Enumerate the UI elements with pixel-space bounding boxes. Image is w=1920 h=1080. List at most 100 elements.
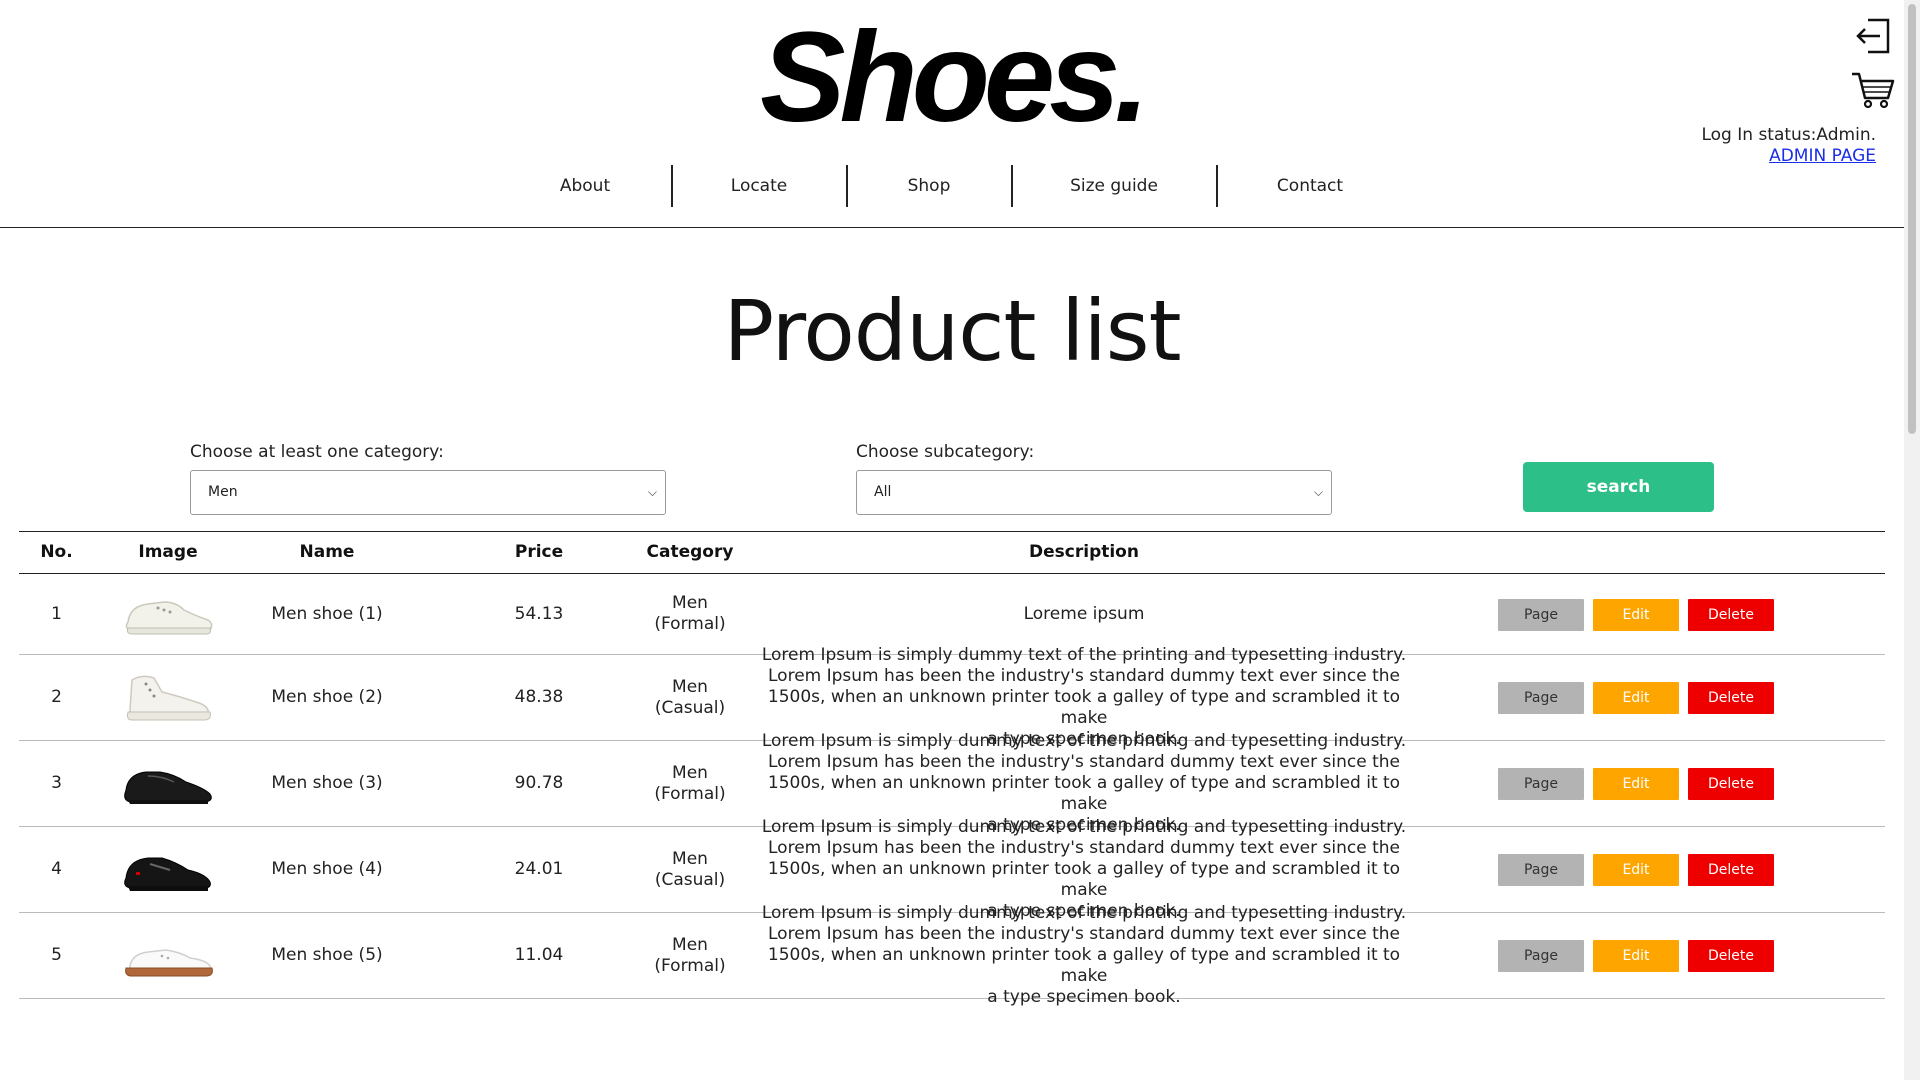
description-line: Lorem Ipsum is simply dummy text of the …: [761, 731, 1407, 751]
description-line: Lorem Ipsum has been the industry's stan…: [768, 838, 1400, 858]
product-category: Men (Formal): [620, 574, 760, 654]
category-label: Choose at least one category:: [190, 442, 444, 462]
nav-item-shop[interactable]: Shop: [847, 165, 1011, 207]
edit-button[interactable]: Edit: [1593, 854, 1679, 886]
col-image-header: Image: [138, 542, 198, 562]
logout-icon[interactable]: [1854, 16, 1892, 56]
delete-button[interactable]: Delete: [1688, 682, 1774, 714]
category-main: Men: [672, 762, 708, 783]
product-table: No. Image Name Price Category Descriptio…: [19, 531, 1885, 1007]
site-header: Shoes. About Locate Shop Size guide Cont…: [0, 0, 1904, 228]
product-price: 48.38: [514, 687, 564, 707]
description-line: Lorem Ipsum is simply dummy text of the …: [761, 903, 1407, 923]
product-price: 54.13: [514, 603, 564, 624]
product-image[interactable]: [94, 741, 242, 826]
description-line: 1500s, when an unknown printer took a ga…: [767, 687, 1401, 728]
description-line: Lorem Ipsum has been the industry's stan…: [768, 666, 1400, 686]
table-header: No. Image Name Price Category Descriptio…: [19, 531, 1885, 574]
col-description-header: Description: [1029, 542, 1139, 562]
product-name: Men shoe (4): [271, 859, 383, 879]
product-description: Lorem Ipsum is simply dummy text of the …: [749, 731, 1419, 835]
edit-button[interactable]: Edit: [1593, 598, 1679, 631]
category-sub: (Casual): [654, 697, 726, 718]
row-number: 1: [51, 603, 62, 624]
description-line: 1500s, when an unknown printer took a ga…: [767, 859, 1401, 900]
row-number: 5: [51, 945, 62, 965]
product-price: 24.01: [514, 859, 564, 879]
page-button[interactable]: Page: [1498, 854, 1584, 886]
category-main: Men: [672, 848, 708, 869]
category-main: Men: [672, 934, 708, 955]
product-name: Men shoe (2): [271, 687, 383, 707]
delete-button[interactable]: Delete: [1688, 854, 1774, 886]
product-image[interactable]: [94, 913, 242, 998]
category-main: Men: [672, 676, 708, 697]
login-status: Log In status:Admin.: [1701, 125, 1876, 145]
product-description: Lorem Ipsum is simply dummy text of the …: [749, 903, 1419, 1007]
vertical-scrollbar[interactable]: [1904, 0, 1920, 1080]
description-line: Lorem Ipsum is simply dummy text of the …: [761, 645, 1407, 665]
category-select-value: Men: [208, 484, 238, 500]
description-line: Lorem Ipsum has been the industry's stan…: [768, 924, 1400, 944]
row-number: 3: [51, 773, 62, 793]
chevron-down-icon: ⌵: [647, 485, 657, 499]
category-sub: (Formal): [654, 614, 726, 634]
nav-item-contact[interactable]: Contact: [1217, 165, 1403, 207]
table-row: 5 Men shoe (5) 11.04 Men (Formal) Lorem Ipsum…: [19, 903, 1885, 1007]
product-image[interactable]: [94, 827, 242, 912]
page-button[interactable]: Page: [1498, 940, 1584, 972]
product-description: Lorem Ipsum is simply dummy text of the …: [749, 645, 1419, 749]
product-description: Loreme ipsum: [749, 574, 1419, 654]
product-name: Men shoe (5): [271, 945, 383, 965]
admin-page-link[interactable]: ADMIN PAGE: [1769, 146, 1876, 166]
category-sub: (Formal): [654, 783, 726, 804]
product-image[interactable]: [94, 574, 242, 654]
edit-button[interactable]: Edit: [1593, 940, 1679, 972]
nav-item-size-guide[interactable]: Size guide: [1012, 165, 1216, 207]
product-name: Men shoe (3): [271, 773, 383, 793]
delete-button[interactable]: Delete: [1688, 598, 1774, 631]
col-price-header: Price: [514, 542, 564, 562]
nav-item-about[interactable]: About: [500, 165, 670, 207]
subcategory-select-value: All: [874, 484, 892, 500]
page-button[interactable]: Page: [1498, 598, 1584, 631]
description-line: Lorem Ipsum is simply dummy text of the …: [761, 817, 1407, 837]
col-no-header: No.: [40, 542, 73, 562]
nav-item-locate[interactable]: Locate: [672, 165, 846, 207]
page-title: Product list: [723, 282, 1181, 380]
brand-logo[interactable]: Shoes.: [0, 8, 1904, 148]
search-button[interactable]: search: [1523, 462, 1714, 512]
chevron-down-icon: ⌵: [1313, 485, 1323, 499]
product-name: Men shoe (1): [271, 603, 383, 624]
page-button[interactable]: Page: [1498, 768, 1584, 800]
product-category: Men (Formal): [620, 741, 760, 826]
delete-button[interactable]: Delete: [1688, 940, 1774, 972]
table-body: 1 Men shoe (1) 54.13 Men (Formal) Loreme ipsu…: [19, 574, 1885, 1007]
edit-button[interactable]: Edit: [1593, 768, 1679, 800]
category-sub: (Casual): [654, 869, 726, 890]
category-sub: (Formal): [654, 955, 726, 976]
col-name-header: Name: [299, 542, 355, 562]
row-number: 2: [51, 687, 62, 707]
scrollbar-thumb[interactable]: [1908, 4, 1916, 434]
description-line: Loreme ipsum: [1023, 603, 1145, 624]
main-nav: About Locate Shop Size guide Contact: [0, 165, 1904, 207]
product-category: Men (Formal): [620, 913, 760, 998]
table-row: 2 Men shoe (2) 48.38 Men (Casual) Lorem Ipsum…: [19, 645, 1885, 749]
description-line: 1500s, when an unknown printer took a ga…: [767, 773, 1401, 814]
product-category: Men (Casual): [620, 827, 760, 912]
product-description: Lorem Ipsum is simply dummy text of the …: [749, 817, 1419, 921]
delete-button[interactable]: Delete: [1688, 768, 1774, 800]
category-select[interactable]: Men ⌵: [190, 470, 666, 515]
table-row: 1 Men shoe (1) 54.13 Men (Formal) Loreme ipsu…: [19, 574, 1885, 655]
description-line: Lorem Ipsum has been the industry's stan…: [768, 752, 1400, 772]
category-main: Men: [672, 593, 708, 613]
row-number: 4: [51, 859, 62, 879]
subcategory-select[interactable]: All ⌵: [856, 470, 1332, 515]
edit-button[interactable]: Edit: [1593, 682, 1679, 714]
table-row: 4 Men shoe (4) 24.01 Men (Casual) Lorem Ipsum…: [19, 817, 1885, 921]
product-image[interactable]: [94, 655, 242, 740]
cart-icon[interactable]: [1850, 70, 1896, 110]
page-button[interactable]: Page: [1498, 682, 1584, 714]
col-category-header: Category: [646, 542, 734, 562]
